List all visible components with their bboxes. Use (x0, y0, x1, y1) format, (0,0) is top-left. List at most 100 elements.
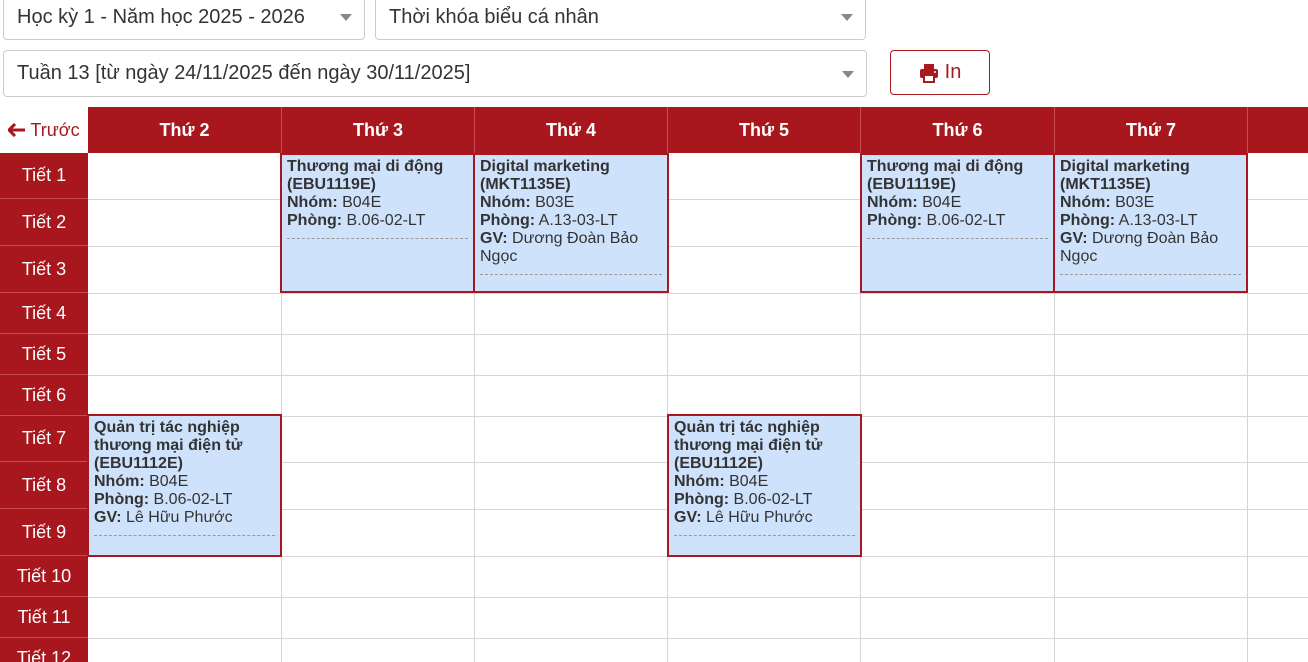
period-label: Tiết 11 (0, 597, 88, 638)
period-label: Tiết 1 (0, 153, 88, 199)
course-title: Digital marketing (MKT1135E) (480, 158, 610, 193)
course-teacher: GV: Dương Đoàn Bảo Ngọc (1060, 230, 1241, 266)
course-block[interactable]: Thương mại di động (EBU1119E) Nhóm: B04E… (860, 153, 1055, 293)
course-room: Phòng: B.06-02-LT (94, 491, 275, 509)
week-select[interactable]: Tuần 13 [từ ngày 24/11/2025 đến ngày 30/… (3, 50, 867, 97)
group-label: Nhóm: (1060, 194, 1111, 211)
course-teacher: GV: Lê Hữu Phước (674, 509, 855, 527)
chevron-down-icon (841, 14, 853, 21)
course-block[interactable]: Thương mại di động (EBU1119E) Nhóm: B04E… (280, 153, 475, 293)
day-header: Thứ 6 (861, 107, 1055, 153)
period-label: Tiết 7 (0, 416, 88, 462)
course-group: Nhóm: B04E (94, 473, 275, 491)
period-label: Tiết 4 (0, 293, 88, 334)
course-room: Phòng: A.13-03-LT (1060, 212, 1241, 230)
grid-line (88, 638, 1308, 639)
timetable-grid: Trước Thứ 2 Thứ 3 Thứ 4 Thứ 5 Thứ 6 Thứ … (0, 107, 1308, 662)
course-title: Quản trị tác nghiệp thương mại điện tử (… (94, 419, 243, 472)
grid-line (88, 375, 1308, 376)
divider (480, 274, 662, 275)
room-value: A.13-03-LT (1118, 212, 1198, 229)
prev-week-button[interactable]: Trước (0, 107, 88, 153)
room-label: Phòng: (1060, 212, 1116, 229)
teacher-value: Lê Hữu Phước (126, 509, 233, 526)
course-title: Thương mại di động (EBU1119E) (287, 158, 444, 193)
group-label: Nhóm: (480, 194, 531, 211)
teacher-label: GV: (1060, 230, 1088, 247)
day-header-extra (1248, 107, 1308, 153)
print-button[interactable]: In (890, 50, 990, 95)
course-room: Phòng: B.06-02-LT (674, 491, 855, 509)
room-label: Phòng: (674, 491, 730, 508)
grid-line (88, 334, 1308, 335)
room-value: B.06-02-LT (346, 212, 426, 229)
teacher-label: GV: (674, 509, 702, 526)
course-room: Phòng: B.06-02-LT (867, 212, 1048, 230)
chevron-down-icon (340, 14, 352, 21)
group-value: B03E (535, 194, 575, 211)
prev-week-label: Trước (30, 119, 80, 140)
grid-line (88, 293, 1308, 294)
divider (287, 238, 468, 239)
day-header: Thứ 3 (282, 107, 475, 153)
room-label: Phòng: (480, 212, 536, 229)
week-select-value: Tuần 13 [từ ngày 24/11/2025 đến ngày 30/… (17, 62, 471, 84)
course-group: Nhóm: B03E (480, 194, 662, 212)
course-teacher: GV: Dương Đoàn Bảo Ngọc (480, 230, 662, 266)
schedule-type-select[interactable]: Thời khóa biểu cá nhân (375, 0, 866, 40)
room-value: B.06-02-LT (153, 491, 233, 508)
period-label: Tiết 8 (0, 462, 88, 509)
course-block[interactable]: Quản trị tác nghiệp thương mại điện tử (… (667, 414, 862, 557)
course-block[interactable]: Digital marketing (MKT1135E) Nhóm: B03E … (1053, 153, 1248, 293)
teacher-label: GV: (480, 230, 508, 247)
semester-select[interactable]: Học kỳ 1 - Năm học 2025 - 2026 (3, 0, 365, 40)
day-header: Thứ 2 (88, 107, 282, 153)
room-value: B.06-02-LT (926, 212, 1006, 229)
printer-icon (919, 63, 938, 83)
divider (674, 535, 855, 536)
room-label: Phòng: (287, 212, 343, 229)
course-block[interactable]: Digital marketing (MKT1135E) Nhóm: B03E … (473, 153, 669, 293)
group-value: B04E (149, 473, 189, 490)
day-header: Thứ 4 (475, 107, 668, 153)
day-header: Thứ 7 (1055, 107, 1248, 153)
group-label: Nhóm: (94, 473, 145, 490)
group-label: Nhóm: (674, 473, 725, 490)
chevron-down-icon (842, 70, 854, 78)
course-title: Quản trị tác nghiệp thương mại điện tử (… (674, 419, 823, 472)
group-value: B03E (1115, 194, 1155, 211)
course-group: Nhóm: B03E (1060, 194, 1241, 212)
course-title: Digital marketing (MKT1135E) (1060, 158, 1190, 193)
divider (94, 535, 275, 536)
grid-line (88, 597, 1308, 598)
print-button-label: In (944, 61, 962, 83)
period-label: Tiết 6 (0, 375, 88, 416)
day-header: Thứ 5 (668, 107, 861, 153)
period-label: Tiết 5 (0, 334, 88, 375)
group-label: Nhóm: (287, 194, 338, 211)
room-value: B.06-02-LT (733, 491, 813, 508)
arrow-left-icon (8, 123, 26, 137)
course-block[interactable]: Quản trị tác nghiệp thương mại điện tử (… (87, 414, 282, 557)
course-group: Nhóm: B04E (867, 194, 1048, 212)
course-teacher: GV: Lê Hữu Phước (94, 509, 275, 527)
period-label: Tiết 12 (0, 638, 88, 662)
schedule-type-select-value: Thời khóa biểu cá nhân (389, 5, 599, 28)
period-label: Tiết 2 (0, 199, 88, 246)
teacher-label: GV: (94, 509, 122, 526)
room-label: Phòng: (94, 491, 150, 508)
course-room: Phòng: A.13-03-LT (480, 212, 662, 230)
course-room: Phòng: B.06-02-LT (287, 212, 468, 230)
course-title: Thương mại di động (EBU1119E) (867, 158, 1024, 193)
room-label: Phòng: (867, 212, 923, 229)
group-value: B04E (922, 194, 962, 211)
room-value: A.13-03-LT (538, 212, 618, 229)
group-value: B04E (342, 194, 382, 211)
group-value: B04E (729, 473, 769, 490)
period-label: Tiết 3 (0, 246, 88, 293)
teacher-value: Lê Hữu Phước (706, 509, 813, 526)
period-label: Tiết 9 (0, 509, 88, 556)
group-label: Nhóm: (867, 194, 918, 211)
divider (867, 238, 1048, 239)
course-group: Nhóm: B04E (674, 473, 855, 491)
